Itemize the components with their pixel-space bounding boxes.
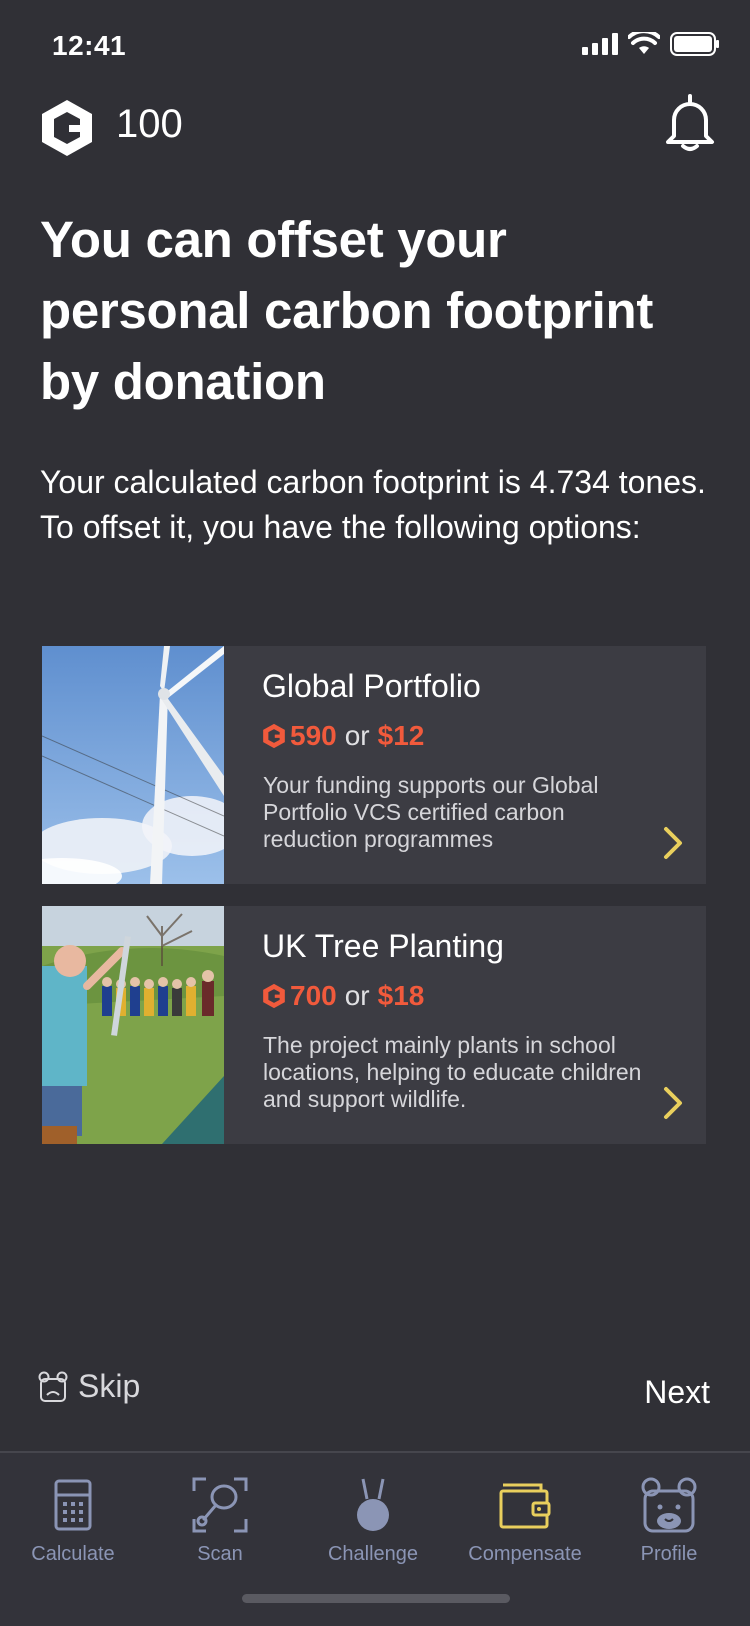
tab-label: Challenge: [327, 1543, 419, 1565]
scan-icon: [192, 1477, 248, 1533]
medal-icon: [357, 1478, 389, 1531]
chevron-right-icon[interactable]: [662, 1086, 684, 1120]
cellular-signal-icon: [582, 33, 618, 55]
offer-card-uk-tree-planting[interactable]: UK Tree Planting 700 or $18 The project …: [42, 906, 706, 1144]
offer-price: 700 or $18: [262, 980, 424, 1012]
status-bar: 12:41: [0, 0, 750, 92]
intro-text: Your calculated carbon footprint is 4.73…: [40, 464, 706, 545]
status-icons: [582, 32, 720, 56]
battery-icon: [670, 32, 719, 56]
coin-price: 700: [262, 980, 337, 1012]
tab-label: Compensate: [468, 1543, 582, 1565]
coin-amount: 700: [290, 980, 337, 1011]
tab-calculate[interactable]: Calculate: [0, 1475, 148, 1566]
points-balance: 100: [116, 102, 183, 146]
tab-compensate[interactable]: Compensate: [450, 1475, 600, 1566]
wallet-icon: [499, 1483, 551, 1529]
coin-price: 590: [262, 720, 337, 752]
status-time: 12:41: [52, 30, 127, 61]
calculator-icon: [54, 1479, 92, 1531]
offer-price: 590 or $12: [262, 720, 424, 752]
tab-profile[interactable]: Profile: [594, 1475, 744, 1566]
offer-description: Your funding supports our Global Portfol…: [263, 772, 599, 852]
tab-label: Profile: [640, 1543, 698, 1565]
coin-logo-icon: [263, 983, 285, 1009]
bear-skip-icon: [38, 1371, 68, 1402]
offer-description: The project mainly plants in school loca…: [263, 1032, 642, 1112]
tab-label: Calculate: [31, 1543, 115, 1565]
tab-label: Scan: [197, 1543, 243, 1565]
coin-logo-icon: [263, 723, 285, 749]
coin-amount: 590: [290, 720, 337, 751]
wifi-icon: [628, 32, 660, 54]
offer-card-global-portfolio[interactable]: Global Portfolio 590 or $12 Your funding…: [42, 646, 706, 884]
tree-planting-image: [42, 906, 224, 1144]
cash-price: $18: [377, 980, 425, 1011]
app-logo-icon: [42, 100, 92, 156]
next-button[interactable]: Next: [644, 1374, 710, 1411]
page-headline: You can offset your personal carbon foot…: [40, 211, 654, 410]
offer-title: UK Tree Planting: [262, 928, 504, 964]
skip-button[interactable]: Skip: [38, 1368, 140, 1405]
price-separator: or: [344, 980, 370, 1011]
bear-profile-icon: [641, 1477, 697, 1533]
tab-challenge[interactable]: Challenge: [298, 1475, 448, 1566]
wind-turbine-image: [42, 646, 224, 884]
notification-bell-icon[interactable]: [664, 92, 716, 152]
chevron-right-icon[interactable]: [662, 826, 684, 860]
app-header: 100: [0, 92, 750, 188]
tab-scan[interactable]: Scan: [145, 1475, 295, 1566]
price-separator: or: [344, 720, 370, 751]
home-indicator: [242, 1594, 510, 1603]
skip-label: Skip: [78, 1368, 141, 1404]
cash-price: $12: [377, 720, 425, 751]
offer-title: Global Portfolio: [262, 668, 481, 704]
